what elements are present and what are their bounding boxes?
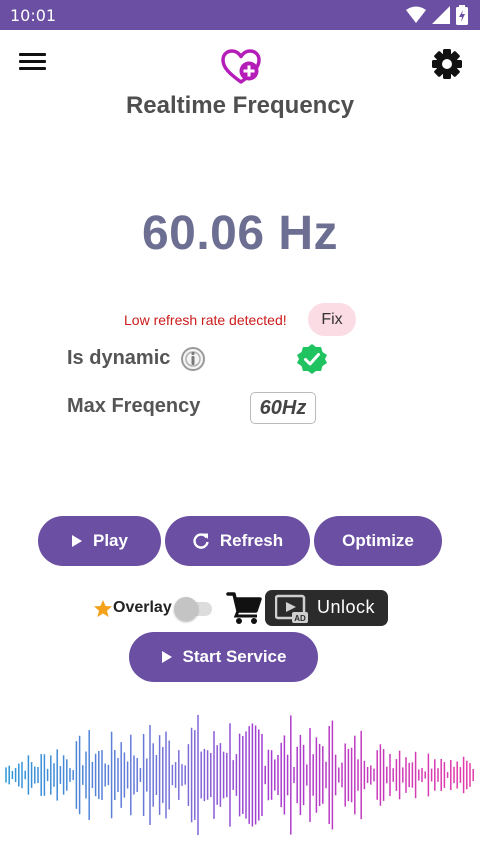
refresh-button[interactable]: Refresh — [165, 516, 310, 566]
low-refresh-warning: Low refresh rate detected! — [124, 312, 287, 328]
play-button[interactable]: Play — [38, 516, 161, 566]
overlay-label: Overlay — [113, 599, 172, 616]
gear-icon — [432, 49, 462, 79]
ad-badge: AD — [294, 614, 306, 623]
refresh-icon — [193, 533, 209, 549]
play-button-label: Play — [93, 531, 128, 550]
heart-plus-icon — [218, 46, 264, 88]
sound-wave-graphic — [5, 714, 474, 836]
wifi-icon — [406, 6, 426, 23]
unlock-button[interactable]: AD Unlock — [265, 590, 388, 626]
refresh-button-label: Refresh — [219, 531, 284, 550]
dynamic-check-icon — [296, 343, 328, 375]
overlay-toggle[interactable] — [174, 597, 212, 621]
battery-icon — [456, 5, 468, 25]
optimize-button[interactable]: Optimize — [314, 516, 442, 566]
start-service-button[interactable]: Start Service — [129, 632, 318, 682]
signal-icon — [432, 6, 450, 24]
info-icon[interactable] — [181, 347, 205, 371]
page-title: Realtime Frequency — [125, 92, 355, 119]
is-dynamic-label: Is dynamic — [67, 347, 171, 369]
status-icons — [406, 5, 468, 25]
play-icon — [161, 651, 172, 663]
status-bar: 10:01 — [0, 0, 480, 30]
status-time: 10:01 — [10, 6, 57, 25]
star-icon — [94, 600, 112, 617]
cart-icon[interactable] — [226, 591, 262, 625]
fix-button[interactable]: Fix — [308, 303, 356, 336]
menu-button[interactable] — [14, 46, 52, 78]
ad-video-icon: AD — [275, 594, 308, 623]
frequency-readout: 60.06 Hz — [141, 207, 339, 260]
play-icon — [72, 535, 82, 547]
max-frequency-value: 60Hz — [250, 392, 316, 424]
start-service-label: Start Service — [182, 647, 287, 666]
unlock-label: Unlock — [317, 597, 376, 617]
settings-button[interactable] — [428, 45, 466, 83]
max-frequency-label: Max Freqency — [67, 395, 201, 417]
